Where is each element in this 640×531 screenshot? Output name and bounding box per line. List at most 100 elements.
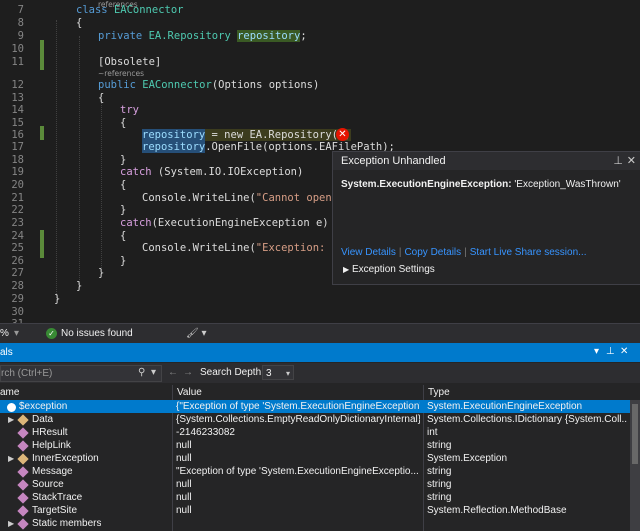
zoom-dropdown-icon[interactable]: ▾ — [14, 328, 19, 339]
locals-value[interactable]: null — [176, 439, 420, 452]
dropdown-icon[interactable]: ▾ — [594, 346, 599, 357]
exception-settings-toggle[interactable]: ▶ Exception Settings — [343, 264, 435, 275]
line-number: 19 — [11, 166, 24, 178]
locals-value[interactable]: null — [176, 491, 420, 504]
code-line-23: catch(ExecutionEngineException e) — [120, 217, 329, 229]
pin-icon[interactable]: ⊥ — [613, 152, 623, 170]
change-marker — [40, 40, 44, 70]
property-icon — [17, 453, 29, 465]
issues-status[interactable]: No issues found — [61, 328, 133, 339]
locals-row[interactable]: StackTrace null string — [0, 491, 630, 504]
code-line-27: } — [98, 267, 105, 279]
copy-details-link[interactable]: Copy Details — [404, 247, 461, 258]
close-icon[interactable]: ✕ — [620, 346, 628, 357]
locals-name: HelpLink — [32, 440, 71, 451]
locals-row[interactable]: ▶ Data {System.Collections.EmptyReadOnlyDi… — [0, 413, 630, 426]
code-editor[interactable]: 7 8 9 10 11 12 13 14 15 16 17 18 19 20 21 22 23 24 25 26 27 2… — [0, 0, 640, 323]
locals-row[interactable]: HResult -2146233082 int — [0, 426, 630, 439]
pin-icon[interactable]: ⊥ — [606, 346, 615, 357]
property-icon — [17, 440, 29, 452]
code-line-21: Console.WriteLine("Cannot open fil — [142, 192, 357, 204]
locals-name: TargetSite — [32, 505, 78, 516]
exception-message: System.ExecutionEngineException: 'Except… — [341, 179, 621, 190]
locals-column-header: ame Value Type — [0, 385, 640, 401]
line-number: 26 — [11, 255, 24, 267]
locals-value[interactable]: null — [176, 478, 420, 491]
search-icon[interactable]: ⚲ — [138, 367, 145, 378]
locals-name: Static members — [32, 518, 102, 529]
line-number: 8 — [17, 17, 24, 29]
expand-arrow-icon[interactable]: ▶ — [8, 413, 14, 426]
locals-type: System.ExecutionEngineException — [427, 401, 583, 412]
line-number: 30 — [11, 306, 24, 318]
indent-guide — [79, 36, 81, 286]
forward-arrow-icon[interactable]: → — [183, 367, 193, 378]
exception-links: View Details | Copy Details | Start Live Sha… — [341, 247, 587, 258]
locals-row[interactable]: ▶ Static members — [0, 517, 630, 530]
code-lens-references[interactable]: ~references — [98, 69, 144, 78]
column-value[interactable]: Value — [177, 387, 202, 398]
search-depth-select[interactable]: 3 ▾ — [262, 365, 294, 380]
locals-value[interactable]: {"Exception of type 'System.ExecutionEng… — [176, 400, 420, 413]
indent-guide — [101, 100, 103, 270]
locals-row[interactable]: TargetSite null System.Reflection.MethodBa… — [0, 504, 630, 517]
search-options-icon[interactable]: ▾ — [151, 367, 156, 378]
exception-popup: Exception Unhandled ⊥ ✕ System.Execution… — [332, 151, 640, 285]
locals-row[interactable]: Source null string — [0, 478, 630, 491]
line-number: 24 — [11, 230, 24, 242]
property-icon — [17, 427, 29, 439]
locals-type: string — [427, 440, 452, 451]
code-line-28: } — [76, 280, 83, 292]
code-line-7: class EAConnector — [76, 4, 184, 16]
line-number: 12 — [11, 79, 24, 91]
line-number: 16 — [11, 129, 24, 141]
line-number: 17 — [11, 141, 24, 153]
code-cleanup-icon[interactable]: 🖌 ▾ — [186, 328, 207, 339]
line-number: 15 — [11, 117, 24, 129]
back-arrow-icon[interactable]: ← — [168, 367, 178, 378]
code-line-26: } — [120, 255, 127, 267]
scrollbar-thumb[interactable] — [632, 404, 638, 464]
check-icon: ✓ — [46, 328, 57, 339]
vertical-scrollbar[interactable] — [630, 400, 640, 531]
locals-row[interactable]: $exception {"Exception of type 'System.Ex… — [0, 400, 630, 413]
editor-status-bar: % ▾ ✓ No issues found 🖌 ▾ — [0, 323, 640, 343]
property-icon — [17, 518, 29, 530]
zoom-level[interactable]: % — [0, 328, 9, 339]
expand-arrow-icon[interactable]: ▶ — [8, 517, 14, 530]
locals-value[interactable]: {System.Collections.EmptyReadOnlyDiction… — [176, 413, 420, 426]
locals-type: string — [427, 479, 452, 490]
line-number: 28 — [11, 280, 24, 292]
chevron-right-icon: ▶ — [343, 265, 350, 274]
property-icon — [17, 466, 29, 478]
line-number: 22 — [11, 204, 24, 216]
locals-name: $exception — [19, 401, 68, 412]
locals-value[interactable]: "Exception of type 'System.ExecutionEngi… — [176, 465, 420, 478]
locals-row[interactable]: HelpLink null string — [0, 439, 630, 452]
locals-value[interactable]: -2146233082 — [176, 426, 420, 439]
change-marker — [40, 126, 44, 140]
code-line-24: { — [120, 230, 127, 242]
line-number: 13 — [11, 92, 24, 104]
expand-arrow-icon[interactable]: ▶ — [8, 452, 14, 465]
line-number: 18 — [11, 154, 24, 166]
close-icon[interactable]: ✕ — [627, 152, 636, 170]
code-line-15: { — [120, 117, 127, 129]
locals-name: Data — [32, 414, 54, 425]
locals-row[interactable]: Message "Exception of type 'System.Execut… — [0, 465, 630, 478]
error-icon[interactable]: ✕ — [336, 128, 349, 141]
line-number: 23 — [11, 217, 24, 229]
locals-value[interactable]: null — [176, 452, 420, 465]
locals-value[interactable]: null — [176, 504, 420, 517]
line-number: 9 — [17, 30, 24, 42]
line-number: 29 — [11, 293, 24, 305]
view-details-link[interactable]: View Details — [341, 247, 396, 258]
start-live-share-link[interactable]: Start Live Share session... — [470, 247, 587, 258]
column-type[interactable]: Type — [428, 387, 450, 398]
line-number: 7 — [17, 4, 24, 16]
code-line-25: Console.WriteLine("Exception: " + — [142, 242, 351, 254]
exception-icon — [6, 402, 17, 413]
column-name[interactable]: ame — [0, 387, 19, 398]
locals-row[interactable]: ▶ InnerException null System.Exception — [0, 452, 630, 465]
exception-popup-title: Exception Unhandled — [341, 155, 446, 167]
